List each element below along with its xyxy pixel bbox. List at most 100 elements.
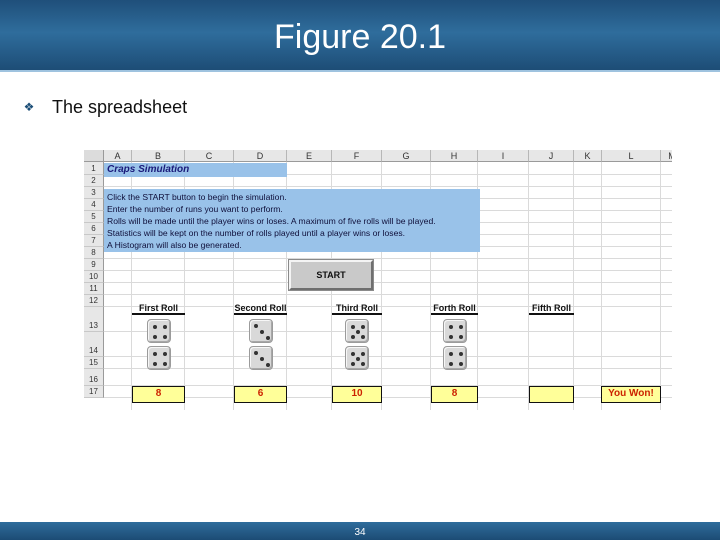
start-button[interactable]: START xyxy=(289,260,373,290)
row-header[interactable]: 10 xyxy=(84,271,104,283)
roll-label: First Roll xyxy=(132,302,185,315)
roll-total-cell[interactable]: 10 xyxy=(332,386,382,403)
page-number: 34 xyxy=(354,527,366,538)
row-header[interactable]: 14 xyxy=(84,332,104,357)
die-pip xyxy=(361,352,365,356)
roll-label: Forth Roll xyxy=(431,302,478,315)
die-pip xyxy=(361,325,365,329)
row-header[interactable]: 4 xyxy=(84,199,104,211)
die-pip xyxy=(459,325,463,329)
die-pip xyxy=(449,362,453,366)
bullet-text: The spreadsheet xyxy=(52,96,188,117)
row-header[interactable]: 11 xyxy=(84,283,104,295)
grid-line xyxy=(573,162,574,410)
die-pip xyxy=(254,351,258,355)
column-header[interactable]: E xyxy=(287,150,332,162)
grid-line xyxy=(104,397,672,398)
instruction-line: A Histogram will also be generated. xyxy=(107,240,242,250)
die-pip xyxy=(163,335,167,339)
row-header[interactable]: 6 xyxy=(84,223,104,235)
column-header[interactable]: K xyxy=(574,150,602,162)
row-header[interactable]: 15 xyxy=(84,357,104,369)
die-icon xyxy=(345,346,369,370)
die-icon xyxy=(249,346,273,370)
column-header[interactable]: C xyxy=(185,150,234,162)
die-pip xyxy=(163,362,167,366)
row-header[interactable]: 8 xyxy=(84,247,104,259)
grid-line xyxy=(104,368,672,369)
column-header[interactable]: M xyxy=(661,150,672,162)
spreadsheet-screenshot: Craps Simulation Click the START button … xyxy=(84,150,672,410)
column-header[interactable]: G xyxy=(382,150,431,162)
roll-label: Third Roll xyxy=(332,302,382,315)
row-header[interactable]: 5 xyxy=(84,211,104,223)
grid-line xyxy=(104,258,672,259)
instruction-line: Statistics will be kept on the number of… xyxy=(107,228,406,238)
die-icon xyxy=(443,346,467,370)
instructions-box: Click the START button to begin the simu… xyxy=(104,189,480,252)
column-header[interactable]: H xyxy=(431,150,478,162)
die-pip xyxy=(153,335,157,339)
slide-title: Figure 20.1 xyxy=(274,18,446,56)
die-pip xyxy=(260,357,264,361)
row-header[interactable]: 1 xyxy=(84,162,104,175)
game-result-cell[interactable]: You Won! xyxy=(601,386,661,403)
die-icon xyxy=(147,346,171,370)
die-pip xyxy=(459,352,463,356)
grid-line xyxy=(528,162,529,410)
row-header[interactable]: 2 xyxy=(84,175,104,187)
row-header[interactable]: 13 xyxy=(84,307,104,332)
column-header[interactable]: F xyxy=(332,150,382,162)
die-pip xyxy=(459,362,463,366)
die-pip xyxy=(356,357,360,361)
title-bar: Figure 20.1 xyxy=(0,0,720,72)
die-pip xyxy=(351,352,355,356)
sheet-title: Craps Simulation xyxy=(104,163,287,177)
roll-label: Second Roll xyxy=(234,303,287,315)
die-pip xyxy=(351,335,355,339)
die-pip xyxy=(260,330,264,334)
die-pip xyxy=(459,335,463,339)
die-pip xyxy=(449,335,453,339)
roll-total-cell[interactable]: 8 xyxy=(132,386,185,403)
select-all-corner[interactable] xyxy=(84,150,104,162)
die-icon xyxy=(345,319,369,343)
roll-total-cell[interactable] xyxy=(529,386,574,403)
grid-line xyxy=(104,385,672,386)
column-header[interactable]: L xyxy=(602,150,661,162)
grid-line xyxy=(601,162,602,410)
die-pip xyxy=(361,335,365,339)
roll-total-cell[interactable]: 6 xyxy=(234,386,287,403)
die-icon xyxy=(249,319,273,343)
row-header[interactable]: 16 xyxy=(84,369,104,386)
row-header[interactable]: 12 xyxy=(84,295,104,307)
die-icon xyxy=(147,319,171,343)
column-header[interactable]: A xyxy=(104,150,132,162)
die-pip xyxy=(266,363,270,367)
column-header[interactable]: J xyxy=(529,150,574,162)
bullet-item: ❖ The spreadsheet xyxy=(22,94,187,120)
die-pip xyxy=(449,325,453,329)
row-header[interactable]: 3 xyxy=(84,187,104,199)
row-header[interactable]: 7 xyxy=(84,235,104,247)
grid-line xyxy=(660,162,661,410)
die-pip xyxy=(254,324,258,328)
grid-line xyxy=(104,331,672,332)
row-header[interactable]: 17 xyxy=(84,386,104,398)
grid-line xyxy=(104,282,672,283)
instruction-line: Click the START button to begin the simu… xyxy=(107,192,287,202)
grid-line xyxy=(104,294,672,295)
die-pip xyxy=(153,352,157,356)
grid-line xyxy=(104,186,672,187)
die-pip xyxy=(449,352,453,356)
roll-total-cell[interactable]: 8 xyxy=(431,386,478,403)
grid-line xyxy=(104,356,672,357)
die-pip xyxy=(153,362,157,366)
die-pip xyxy=(356,330,360,334)
die-pip xyxy=(361,362,365,366)
column-header[interactable]: I xyxy=(478,150,529,162)
column-header[interactable]: D xyxy=(234,150,287,162)
row-header[interactable]: 9 xyxy=(84,259,104,271)
grid-line xyxy=(104,306,672,307)
column-header[interactable]: B xyxy=(132,150,185,162)
